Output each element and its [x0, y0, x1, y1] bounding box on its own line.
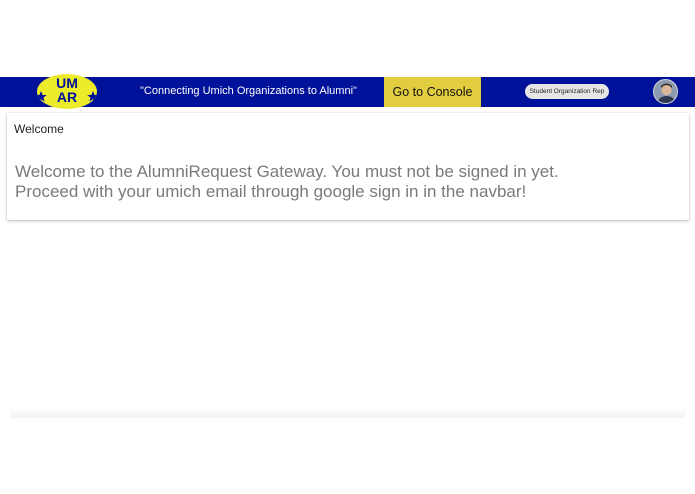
card-title: Welcome [14, 122, 64, 136]
logo-text: UM AR [37, 76, 97, 104]
logo-text-line-2: AR [56, 89, 78, 105]
top-blank-area [0, 0, 695, 77]
welcome-message-line-2: Proceed with your umich email through go… [15, 182, 527, 201]
welcome-card: Welcome Welcome to the AlumniRequest Gat… [7, 113, 689, 220]
umar-logo[interactable]: UM AR [37, 74, 97, 109]
role-badge[interactable]: Student Organization Rep [525, 84, 609, 99]
tagline: "Connecting Umich Organizations to Alumn… [140, 85, 357, 97]
navbar: UM AR "Connecting Umich Organizations to… [0, 74, 695, 109]
logo-text-line-1: UM [56, 75, 78, 91]
avatar-portrait-icon [654, 80, 677, 103]
footer-divider [10, 408, 685, 418]
welcome-message: Welcome to the AlumniRequest Gateway. Yo… [15, 162, 675, 202]
go-to-console-button[interactable]: Go to Console [384, 77, 481, 107]
user-avatar-icon[interactable] [653, 79, 678, 104]
welcome-message-line-1: Welcome to the AlumniRequest Gateway. Yo… [15, 162, 559, 181]
